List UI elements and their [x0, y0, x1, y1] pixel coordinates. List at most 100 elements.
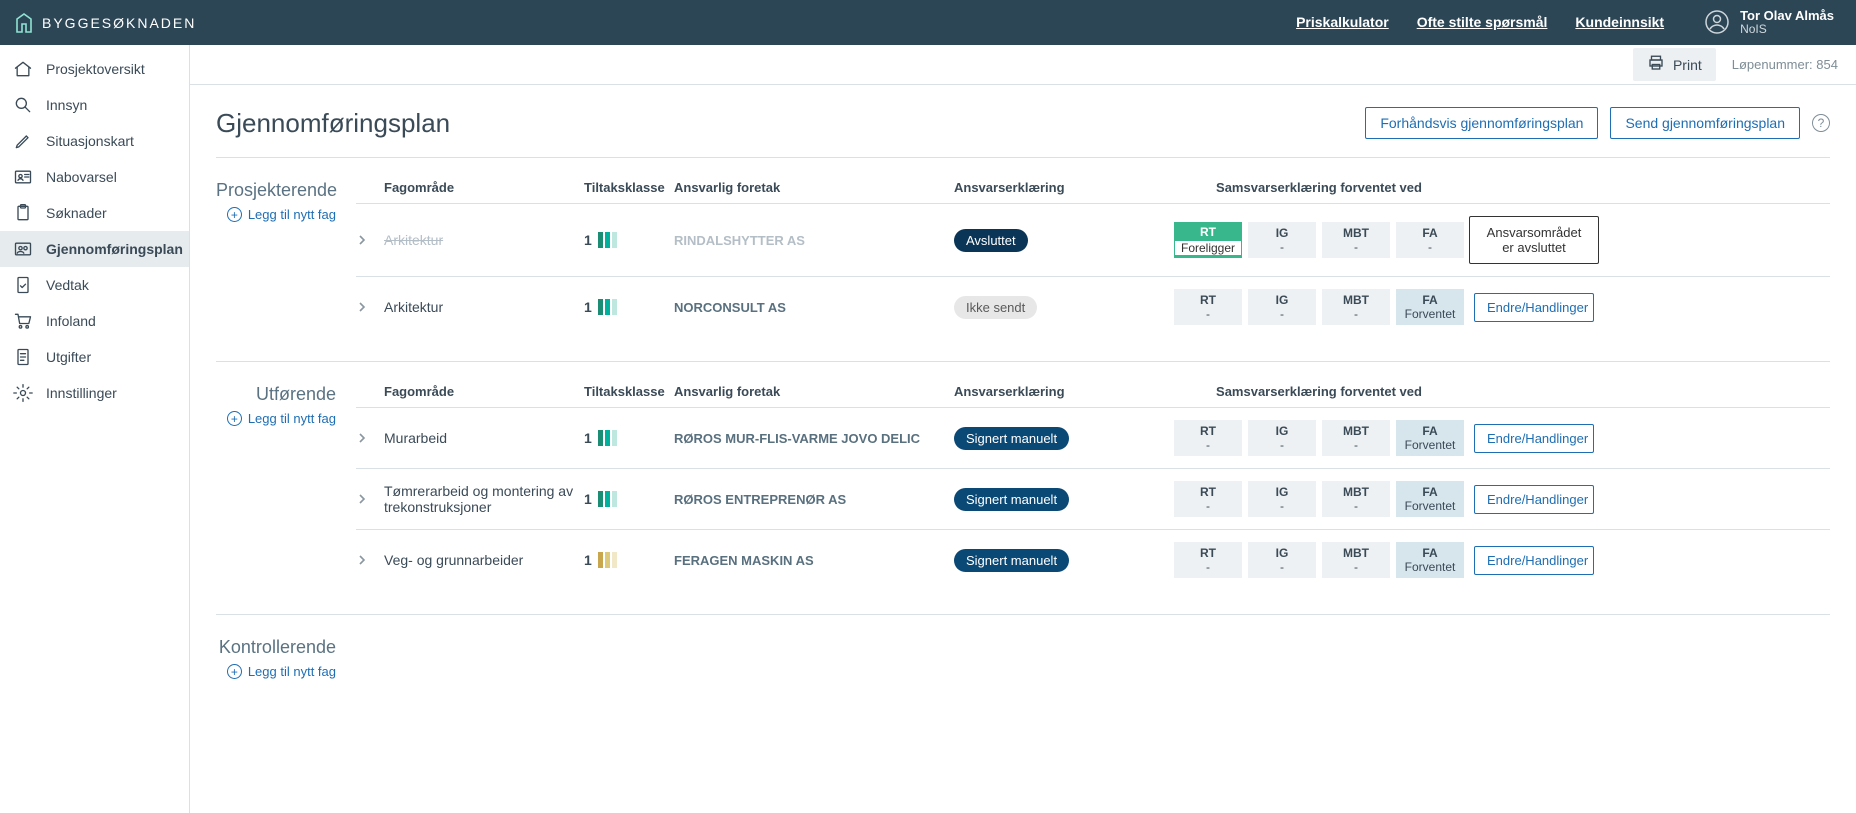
tiltaksklasse-cell: 1	[584, 491, 674, 507]
phase-cell-fa: FAForventet	[1396, 481, 1464, 517]
section-body	[356, 637, 1830, 679]
clipboard-icon	[12, 203, 34, 223]
col-ansvar: Ansvarserklæring	[954, 384, 1174, 399]
pencil-icon	[12, 131, 34, 151]
sidebar-item-doc[interactable]: Utgifter	[0, 339, 189, 375]
sidebar-item-home[interactable]: Prosjektoversikt	[0, 51, 189, 87]
section-side: Prosjekterende +Legg til nytt fag	[216, 180, 336, 337]
tiltaksklasse-cell: 1	[584, 552, 674, 568]
user-org: NoIS	[1740, 23, 1834, 36]
section-title: Prosjekterende	[216, 180, 336, 201]
sidebar-item-label: Situasjonskart	[46, 133, 134, 149]
phase-cell-fa: FAForventet	[1396, 289, 1464, 325]
table-row: Tømrerarbeid og montering av trekonstruk…	[356, 468, 1830, 529]
tiltak-bars	[598, 552, 617, 568]
user-block[interactable]: Tor Olav Almås NoIS	[1704, 9, 1834, 36]
fagomrade-cell: Arkitektur	[384, 232, 584, 248]
phase-cell-mbt: MBT-	[1322, 222, 1390, 258]
add-subject-button[interactable]: +Legg til nytt fag	[216, 664, 336, 679]
col-fagomrade: Fagområde	[384, 384, 584, 399]
fagomrade-cell: Veg- og grunnarbeider	[384, 552, 584, 568]
doc-icon	[12, 347, 34, 367]
phase-row: RT-IG-MBT-FAForventet	[1174, 420, 1464, 456]
col-foretak: Ansvarlig foretak	[674, 180, 954, 195]
header-link-faq[interactable]: Ofte stilte spørsmål	[1417, 14, 1548, 30]
edit-actions-button[interactable]: Endre/Handlinger	[1474, 485, 1594, 514]
serial-number: Løpenummer: 854	[1732, 57, 1838, 72]
fagomrade-cell: Murarbeid	[384, 430, 584, 446]
phase-cell-mbt: MBT-	[1322, 481, 1390, 517]
add-subject-button[interactable]: +Legg til nytt fag	[216, 207, 336, 222]
preview-plan-button[interactable]: Forhåndsvis gjennomføringsplan	[1365, 107, 1598, 139]
table-row: Arkitektur1NORCONSULT ASIkke sendtRT-IG-…	[356, 276, 1830, 337]
help-icon[interactable]: ?	[1812, 114, 1830, 132]
table-head: FagområdeTiltaksklasseAnsvarlig foretakA…	[356, 384, 1830, 407]
tiltaksklasse-cell: 1	[584, 430, 674, 446]
sidebar-item-clipboard[interactable]: Søknader	[0, 195, 189, 231]
section-side: Utførende+Legg til nytt fag	[216, 384, 336, 590]
sidebar-item-cart[interactable]: Infoland	[0, 303, 189, 339]
col-samsvar: Samsvarserklæring forventet ved	[1174, 180, 1464, 195]
phase-cell-rt: RT-	[1174, 542, 1242, 578]
section-side: Kontrollerende +Legg til nytt fag	[216, 637, 336, 679]
header-link-pricecalc[interactable]: Priskalkulator	[1296, 14, 1389, 30]
search-icon	[12, 95, 34, 115]
sidebar-item-label: Vedtak	[46, 277, 89, 293]
expand-row-icon[interactable]	[356, 493, 384, 505]
brand[interactable]: BYGGESØKNADEN	[14, 12, 196, 34]
print-button[interactable]: Print	[1633, 48, 1716, 81]
sidebar-item-label: Infoland	[46, 313, 96, 329]
page-actions: Forhåndsvis gjennomføringsplan Send gjen…	[1365, 107, 1830, 139]
action-cell: Endre/Handlinger	[1464, 293, 1604, 322]
phase-cell-ig: IG-	[1248, 542, 1316, 578]
edit-actions-button[interactable]: Endre/Handlinger	[1474, 424, 1594, 453]
sidebar-item-idcard[interactable]: Nabovarsel	[0, 159, 189, 195]
send-plan-button[interactable]: Send gjennomføringsplan	[1610, 107, 1800, 139]
page-title: Gjennomføringsplan	[216, 108, 450, 139]
add-subject-button[interactable]: +Legg til nytt fag	[216, 411, 336, 426]
section-title: Kontrollerende	[216, 637, 336, 658]
header-link-insight[interactable]: Kundeinnsikt	[1575, 14, 1664, 30]
user-name: Tor Olav Almås	[1740, 9, 1834, 23]
phase-cell-mbt: MBT-	[1322, 542, 1390, 578]
edit-actions-button[interactable]: Endre/Handlinger	[1474, 293, 1594, 322]
closed-area-label: Ansvarsområdet er avsluttet	[1469, 216, 1599, 264]
tiltak-bars	[598, 232, 617, 248]
edit-actions-button[interactable]: Endre/Handlinger	[1474, 546, 1594, 575]
sidebar-item-team[interactable]: Gjennomføringsplan	[0, 231, 189, 267]
fagomrade-cell: Tømrerarbeid og montering av trekonstruk…	[384, 483, 584, 515]
header-right: Priskalkulator Ofte stilte spørsmål Kund…	[1296, 9, 1834, 36]
sidebar-item-search[interactable]: Innsyn	[0, 87, 189, 123]
section-body: FagområdeTiltaksklasseAnsvarlig foretakA…	[356, 180, 1830, 337]
phase-row: RT-IG-MBT-FAForventet	[1174, 481, 1464, 517]
expand-row-icon[interactable]	[356, 432, 384, 444]
fagomrade-cell: Arkitektur	[384, 299, 584, 315]
action-cell: Endre/Handlinger	[1464, 424, 1604, 453]
main: Print Løpenummer: 854 Gjennomføringsplan…	[190, 45, 1856, 813]
sidebar-item-label: Utgifter	[46, 349, 91, 365]
phase-cell-ig: IG-	[1248, 222, 1316, 258]
plus-icon: +	[227, 411, 242, 426]
sidebar-item-pencil[interactable]: Situasjonskart	[0, 123, 189, 159]
expand-row-icon[interactable]	[356, 234, 384, 246]
user-avatar-icon	[1704, 9, 1730, 35]
col-fagomrade: Fagområde	[384, 180, 584, 195]
table-row: Arkitektur1RINDALSHYTTER ASAvsluttetRTFo…	[356, 203, 1830, 276]
plus-icon: +	[227, 207, 242, 222]
tiltaksklasse-cell: 1	[584, 299, 674, 315]
phase-row: RT-IG-MBT-FAForventet	[1174, 289, 1464, 325]
table-row: Veg- og grunnarbeider1FERAGEN MASKIN ASS…	[356, 529, 1830, 590]
action-cell: Ansvarsområdet er avsluttet	[1464, 216, 1604, 264]
phase-cell-rt: RTForeligger	[1174, 222, 1242, 258]
phase-cell-fa: FA-	[1396, 222, 1464, 258]
table-head: FagområdeTiltaksklasseAnsvarlig foretakA…	[356, 180, 1830, 203]
sidebar-item-label: Innsyn	[46, 97, 87, 113]
tiltak-bars	[598, 491, 617, 507]
sidebar-item-gear[interactable]: Innstillinger	[0, 375, 189, 411]
action-cell: Endre/Handlinger	[1464, 485, 1604, 514]
expand-row-icon[interactable]	[356, 301, 384, 313]
idcard-icon	[12, 167, 34, 187]
expand-row-icon[interactable]	[356, 554, 384, 566]
phase-cell-ig: IG-	[1248, 289, 1316, 325]
sidebar-item-doc-check[interactable]: Vedtak	[0, 267, 189, 303]
